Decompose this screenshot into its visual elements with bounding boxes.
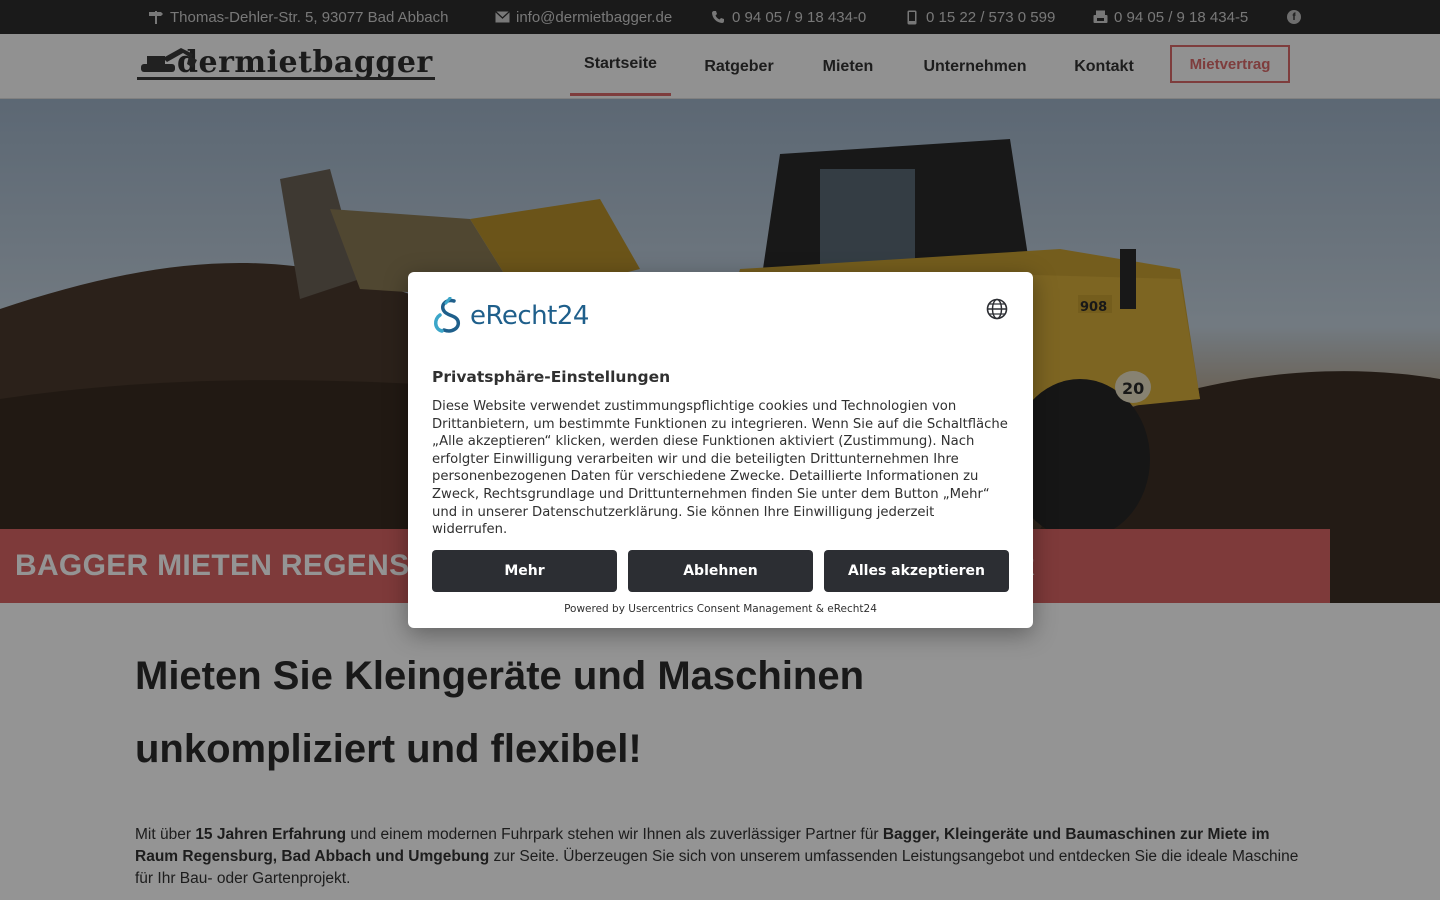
accept-all-button[interactable]: Alles akzeptieren	[824, 550, 1009, 592]
consent-text: Diese Website verwendet zustimmungspflic…	[432, 399, 1008, 538]
more-button[interactable]: Mehr	[432, 550, 617, 592]
consent-title: Privatsphäre-Einstellungen	[432, 368, 671, 386]
powered-by-text: Powered by Usercentrics Consent Manageme…	[564, 603, 877, 615]
erecht24-brand: eRecht24	[470, 301, 589, 331]
erecht24-logo-icon	[434, 297, 461, 333]
erecht24-logo: eRecht24	[432, 296, 589, 336]
consent-dialog: eRecht24 Privatsphäre-Einstellungen Dies…	[408, 272, 1033, 628]
decline-button[interactable]: Ablehnen	[628, 550, 813, 592]
globe-icon[interactable]	[986, 298, 1008, 320]
